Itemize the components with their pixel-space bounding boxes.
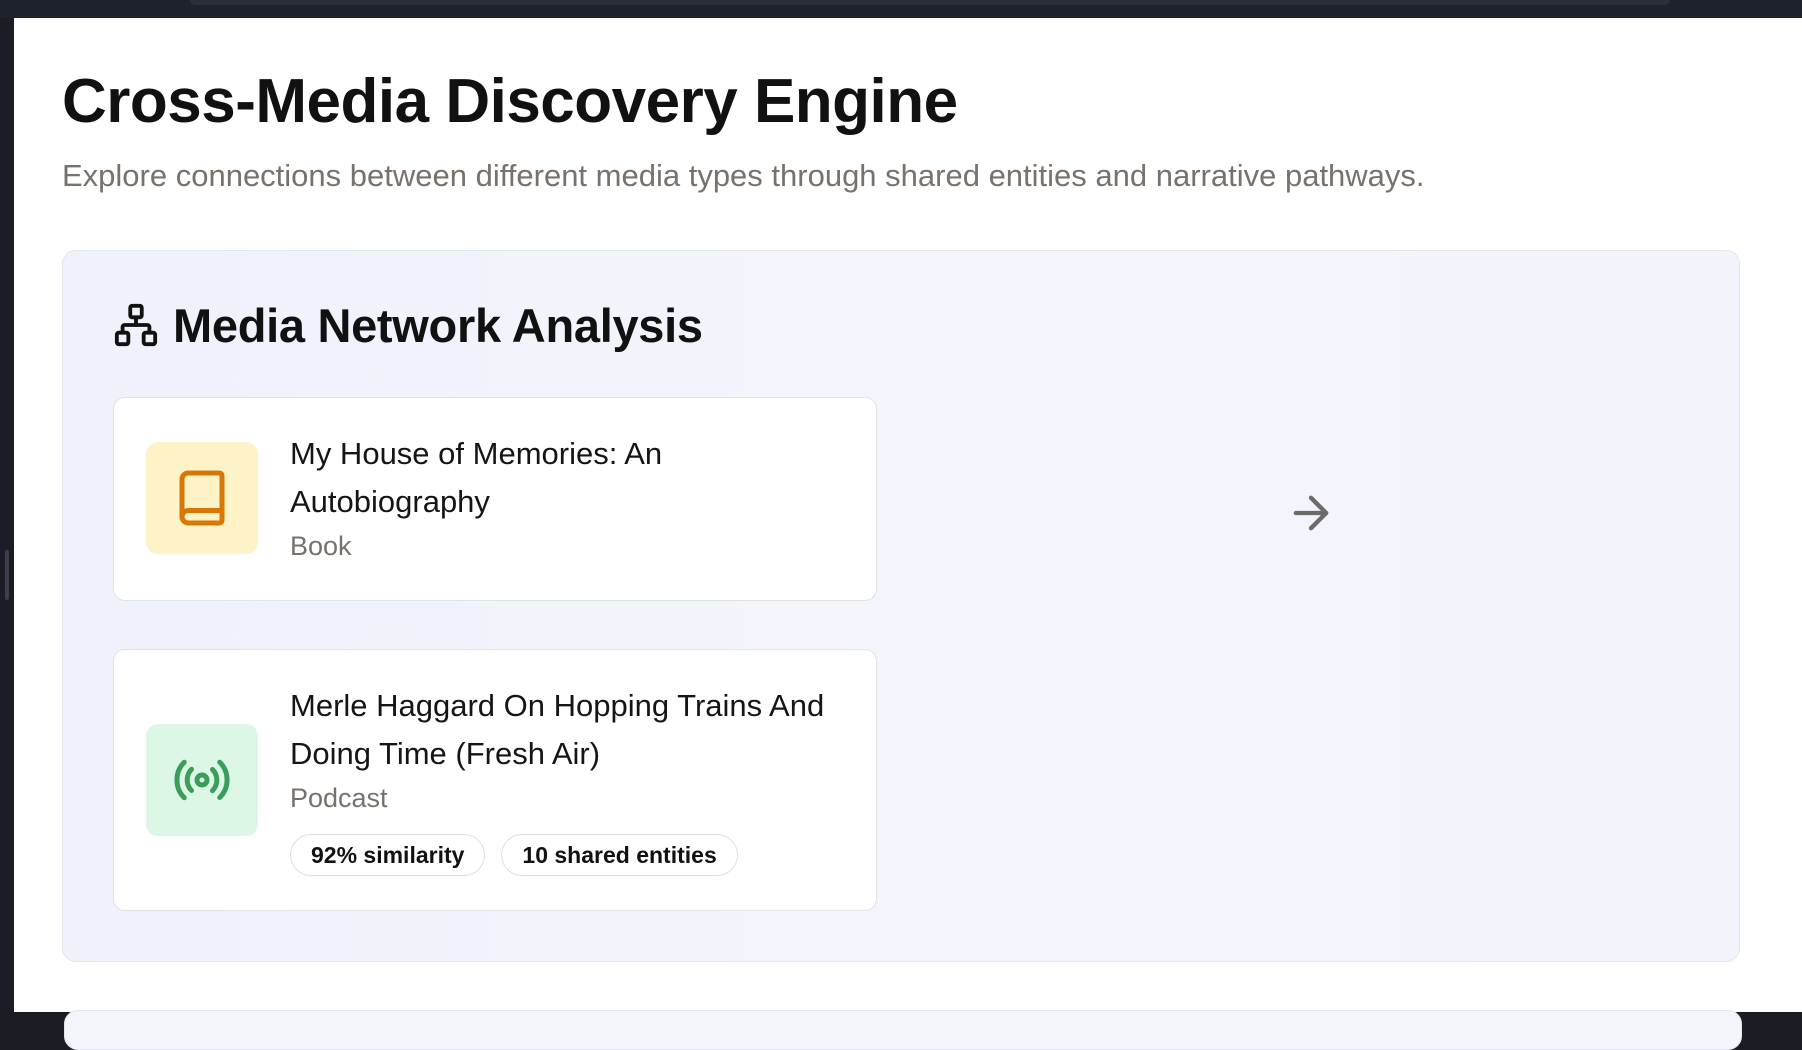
media-card-body: My House of Memories: An Autobiography B… (290, 430, 856, 564)
media-network-panel: Media Network Analysis My House of Memor… (62, 250, 1740, 962)
network-icon (114, 303, 158, 347)
page-subtitle: Explore connections between different me… (62, 158, 1425, 193)
media-icon-tile (146, 442, 258, 554)
media-icon-tile (146, 724, 258, 836)
page-content: Cross-Media Discovery Engine Explore con… (14, 18, 1802, 1050)
browser-address-bar-edge (190, 0, 1670, 5)
badge-row: 92% similarity 10 shared entities (290, 834, 856, 876)
window-top-bar (0, 0, 1802, 18)
media-type: Book (290, 531, 352, 561)
media-card-body: Merle Haggard On Hopping Trains And Doin… (290, 682, 856, 876)
next-section-panel (64, 1010, 1742, 1050)
media-card-podcast[interactable]: Merle Haggard On Hopping Trains And Doin… (113, 649, 877, 911)
arrow-right-icon (1293, 495, 1329, 531)
scroll-handle[interactable] (5, 550, 9, 600)
book-icon (179, 470, 225, 526)
media-type: Podcast (290, 783, 388, 813)
media-title: Merle Haggard On Hopping Trains And Doin… (290, 688, 825, 771)
panel-header: Media Network Analysis (113, 295, 703, 355)
media-title: My House of Memories: An Autobiography (290, 436, 663, 519)
podcast-icon (174, 759, 230, 801)
shared-entities-badge: 10 shared entities (501, 834, 738, 876)
page-title: Cross-Media Discovery Engine (62, 67, 958, 136)
panel-title: Media Network Analysis (173, 298, 703, 352)
similarity-badge: 92% similarity (290, 834, 486, 876)
media-card-book[interactable]: My House of Memories: An Autobiography B… (113, 397, 877, 601)
